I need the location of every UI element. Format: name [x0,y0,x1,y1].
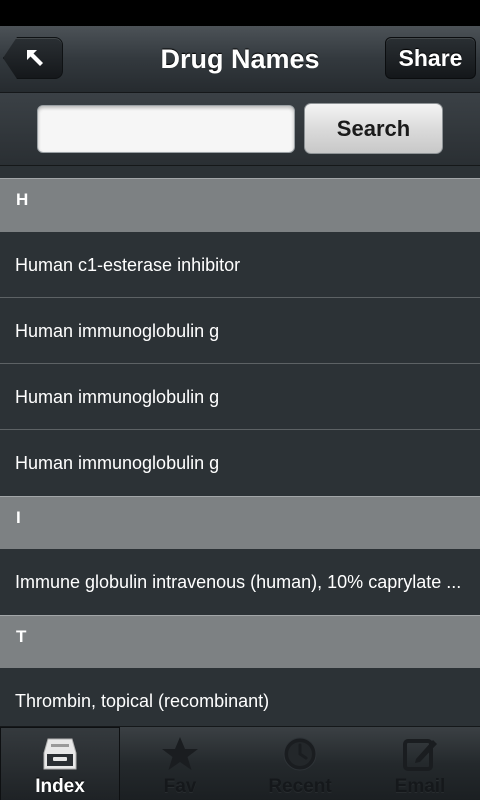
list-item[interactable]: Human immunoglobulin g [0,298,480,364]
section-header-t: T [0,615,480,668]
tab-recent[interactable]: Recent [240,727,360,800]
page-title: Drug Names [160,44,320,74]
list-item[interactable]: Thrombin, topical (recombinant) [0,668,480,726]
share-button[interactable]: Share [385,37,476,79]
tab-label: Recent [268,776,332,797]
list-item[interactable]: Immune globulin intravenous (human), 10%… [0,549,480,615]
tab-label: Fav [163,776,197,797]
tab-label: Email [394,776,446,797]
drug-names-list[interactable]: H Human c1-esterase inhibitor Human immu… [0,166,480,726]
back-button[interactable] [3,37,63,79]
list-top-spacer [0,166,480,178]
search-bar: Search [0,93,480,166]
status-bar [0,0,480,26]
navigation-bar: Drug Names Share [0,26,480,93]
tab-index[interactable]: Index [0,727,120,800]
star-icon [162,737,198,770]
tab-fav[interactable]: Fav [120,727,240,800]
clock-icon [283,737,317,771]
list-item[interactable]: Human immunoglobulin g [0,364,480,430]
inbox-tray-icon [43,738,77,770]
section-header-i: I [0,496,480,549]
search-button[interactable]: Search [304,103,443,154]
section-header-h: H [0,178,480,232]
list-item[interactable]: Human c1-esterase inhibitor [0,232,480,298]
tab-email[interactable]: Email [360,727,480,800]
tab-label: Index [35,776,85,797]
compose-icon [403,739,437,771]
search-input[interactable] [37,105,295,153]
back-arrow-icon [27,50,43,66]
list-item[interactable]: Human immunoglobulin g [0,430,480,496]
tab-bar: Index Fav Recent Email [0,726,480,800]
app-screen: Drug Names Share Search H Human c1-ester… [0,0,480,800]
